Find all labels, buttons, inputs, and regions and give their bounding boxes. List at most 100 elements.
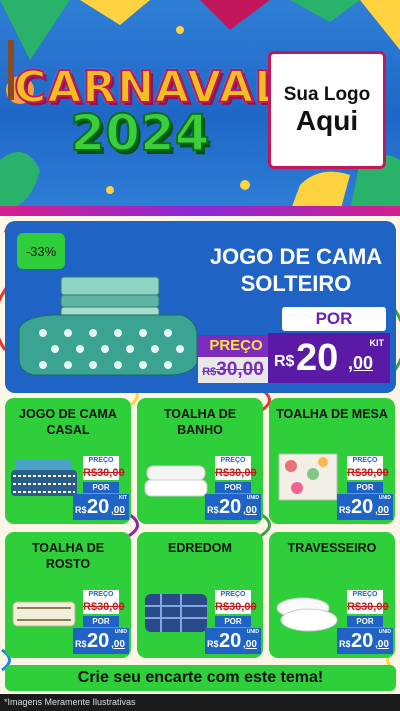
new-price: R$ 20 ,00 KIT	[268, 333, 390, 383]
price-unit: KIT	[118, 495, 127, 501]
old-price-currency: R$	[215, 467, 230, 479]
por-label: POR	[215, 616, 251, 627]
product-card[interactable]: TRAVESSEIRO PREÇO R$30,00 POR R$ 20 ,00 …	[269, 532, 395, 658]
price-decimals: ,00	[111, 505, 125, 516]
discount-badge: -33%	[17, 233, 65, 269]
new-price: R$ 20 ,00 UNID	[73, 628, 129, 654]
old-price-value: 30,00	[361, 467, 389, 479]
price-unit: KIT	[369, 338, 385, 348]
preco-label: PREÇO	[215, 590, 251, 600]
old-price: R$30,00	[83, 600, 125, 614]
old-price-value: 30,00	[361, 601, 389, 613]
price-decimals: ,00	[375, 505, 389, 516]
old-price-value: 30,00	[97, 601, 125, 613]
price-unit: UNID	[378, 495, 391, 501]
old-price-currency: R$	[215, 601, 230, 613]
old-price: R$30,00	[198, 357, 268, 383]
encarte-page: CARNAVAL 2024 Sua Logo Aqui -33% JOGO DE…	[0, 0, 400, 711]
price-decimals: ,00	[243, 505, 257, 516]
product-image	[144, 465, 208, 497]
bedding-set-image	[18, 276, 198, 376]
old-price: R$30,00	[215, 466, 257, 480]
product-title: EDREDOM	[168, 541, 232, 555]
hero-title-line2: SOLTEIRO	[240, 271, 352, 296]
price-decimals: ,00	[243, 639, 257, 650]
old-price-currency: R$	[347, 467, 362, 479]
por-label: POR	[215, 482, 251, 493]
price-currency: R$	[207, 639, 219, 649]
price-integer: 20	[296, 337, 339, 379]
preco-label: PREÇO	[347, 456, 383, 466]
price-decimals: ,00	[375, 639, 389, 650]
price-unit: UNID	[378, 629, 391, 635]
product-image	[145, 594, 207, 632]
old-price-currency: R$	[83, 601, 98, 613]
product-price-box: PREÇO R$30,00 POR R$ 20 ,00 UNID	[205, 456, 261, 522]
por-label: POR	[83, 482, 119, 493]
price-currency: R$	[274, 353, 295, 370]
price-currency: R$	[75, 505, 87, 515]
product-image	[276, 597, 338, 632]
price-unit: UNID	[246, 495, 259, 501]
year-title: 2024	[69, 103, 210, 163]
old-price-currency: R$	[83, 467, 98, 479]
product-card[interactable]: TOALHA DE BANHO PREÇO R$30,00 POR R$ 20 …	[137, 398, 263, 524]
preco-label: PREÇO	[83, 590, 119, 600]
cta-banner[interactable]: Crie seu encarte com este tema!	[5, 665, 396, 691]
logo-placeholder[interactable]: Sua Logo Aqui	[268, 51, 386, 169]
product-price-box: PREÇO R$30,00 POR R$ 20 ,00 UNID	[337, 456, 393, 522]
price-currency: R$	[339, 505, 351, 515]
preco-label: PREÇO	[198, 335, 274, 357]
product-image	[11, 460, 77, 496]
price-decimals: ,00	[111, 639, 125, 650]
price-integer: 20	[351, 496, 374, 518]
product-image	[278, 453, 338, 501]
product-price-box: PREÇO R$30,00 POR R$ 20 ,00 UNID	[205, 590, 261, 656]
product-title: JOGO DE CAMA CASAL	[19, 407, 117, 437]
new-price: R$ 20 ,00 UNID	[205, 494, 261, 520]
header-divider	[0, 206, 400, 216]
price-currency: R$	[75, 639, 87, 649]
hero-price-box: POR PREÇO R$30,00 R$ 20 ,00 KIT	[198, 307, 394, 385]
product-price-box: PREÇO R$30,00 POR R$ 20 ,00 KIT	[73, 456, 129, 522]
product-title: TOALHA DE BANHO	[163, 407, 237, 437]
new-price: R$ 20 ,00 UNID	[205, 628, 261, 654]
product-card[interactable]: EDREDOM PREÇO R$30,00 POR R$ 20 ,00 UNID	[137, 532, 263, 658]
logo-text-line1: Sua Logo	[283, 83, 371, 105]
old-price: R$30,00	[347, 466, 389, 480]
new-price: R$ 20 ,00 KIT	[73, 494, 129, 520]
price-decimals: ,00	[348, 353, 374, 373]
new-price: R$ 20 ,00 UNID	[337, 494, 393, 520]
price-integer: 20	[351, 630, 374, 652]
old-price: R$30,00	[83, 466, 125, 480]
old-price-currency: R$	[202, 366, 217, 378]
por-label: POR	[347, 482, 383, 493]
product-card[interactable]: TOALHA DE ROSTO PREÇO R$30,00 POR R$ 20 …	[5, 532, 131, 658]
por-label: POR	[347, 616, 383, 627]
price-unit: UNID	[246, 629, 259, 635]
price-integer: 20	[87, 630, 110, 652]
price-currency: R$	[339, 639, 351, 649]
product-price-box: PREÇO R$30,00 POR R$ 20 ,00 UNID	[73, 590, 129, 656]
old-price-currency: R$	[347, 601, 362, 613]
logo-text-line2: Aqui	[295, 104, 359, 136]
old-price: R$30,00	[347, 600, 389, 614]
price-integer: 20	[87, 496, 110, 518]
por-label: POR	[83, 616, 119, 627]
new-price: R$ 20 ,00 UNID	[337, 628, 393, 654]
old-price-value: 30,00	[216, 359, 264, 380]
old-price-value: 30,00	[229, 601, 257, 613]
product-card[interactable]: JOGO DE CAMA CASAL PREÇO R$30,00 POR R$ …	[5, 398, 131, 524]
product-price-box: PREÇO R$30,00 POR R$ 20 ,00 UNID	[337, 590, 393, 656]
hero-product-card[interactable]: -33% JOGO DE CAMA SOLTEIRO POR PREÇO R$3…	[5, 221, 396, 393]
product-title: TOALHA DE MESA	[276, 407, 388, 421]
hero-product-title: JOGO DE CAMA SOLTEIRO	[200, 243, 392, 297]
preco-label: PREÇO	[347, 590, 383, 600]
price-integer: 20	[219, 496, 242, 518]
header-banner: CARNAVAL 2024 Sua Logo Aqui	[0, 0, 400, 212]
disclaimer: *Imagens Meramente Ilustrativas	[0, 694, 400, 711]
product-card[interactable]: TOALHA DE MESA PREÇO R$30,00 POR R$ 20 ,…	[269, 398, 395, 524]
price-currency: R$	[207, 505, 219, 515]
old-price: R$30,00	[215, 600, 257, 614]
product-title: TRAVESSEIRO	[287, 541, 377, 555]
